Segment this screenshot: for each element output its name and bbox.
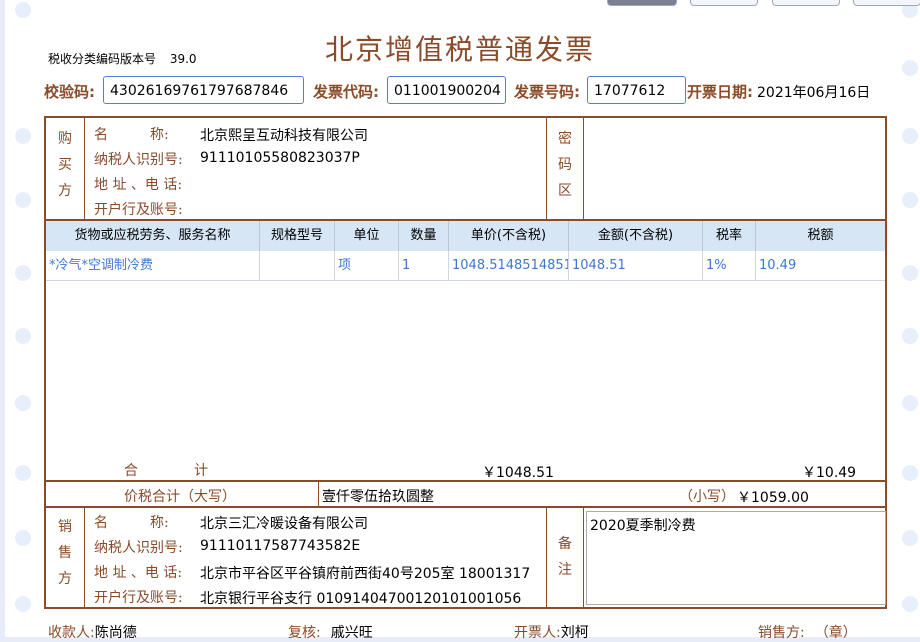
divider	[46, 480, 885, 482]
total-label: 合 计	[124, 463, 208, 479]
grand-total-words-label: 价税合计（大写）	[124, 489, 236, 505]
item-name-cell[interactable]: *冷气*空调制冷费	[46, 251, 260, 281]
grand-total-small-label: （小写）	[679, 489, 735, 505]
toolbar-button[interactable]	[772, 0, 840, 6]
seller-section-label: 销售方	[58, 519, 72, 587]
seller-tax-id-label: 纳税人识别号:	[94, 540, 183, 556]
seller-tax-id: 91110117587743582E	[200, 538, 361, 554]
header-quantity: 数量	[399, 221, 449, 251]
version-line: 税收分类编码版本号 39.0	[48, 50, 197, 67]
buyer-tax-id-label: 纳税人识别号:	[94, 152, 183, 168]
perforation-left	[15, 0, 35, 637]
invoice-code-field[interactable]: 011001900204	[387, 76, 506, 104]
toolbar-button-active[interactable]	[607, 0, 677, 6]
header-unit-price: 单价(不含税)	[449, 221, 569, 251]
invoice-code-label: 发票代码:	[313, 83, 379, 101]
date-label: 开票日期:	[687, 83, 753, 101]
header-item-name: 货物或应税劳务、服务名称	[46, 221, 260, 251]
check-code-label: 校验码:	[44, 83, 95, 101]
perforation-right	[902, 0, 920, 637]
header-unit: 单位	[335, 221, 399, 251]
divider	[46, 506, 885, 508]
seller-address: 北京市平谷区平谷镇府前西街40号205室 18001317	[200, 566, 531, 582]
header-tax-rate: 税率	[703, 221, 756, 251]
total-amount: ￥1048.51	[482, 465, 554, 481]
payee: 收款人:陈尚德	[48, 625, 137, 641]
seller-bank: 北京银行平谷支行 01091404700120101001056	[200, 591, 522, 607]
item-tax-cell[interactable]: 10.49	[756, 251, 885, 281]
item-tax-rate-cell[interactable]: 1%	[703, 251, 756, 281]
header-tax: 税额	[807, 228, 834, 243]
item-spec-cell[interactable]	[260, 251, 335, 281]
remark-text: 2020夏季制冷费	[590, 518, 696, 534]
grand-total-words: 壹仟零伍拾玖圆整	[322, 489, 434, 505]
seller-name-label: 名 称:	[94, 515, 169, 531]
item-unit-price-cell[interactable]: 1048.5148514851	[449, 251, 569, 281]
total-tax: ￥10.49	[802, 465, 857, 481]
buyer-address-label: 地 址 、电 话:	[94, 177, 183, 193]
buyer-bank-label: 开户行及账号:	[94, 202, 183, 218]
invoice-no-label: 发票号码:	[514, 83, 580, 101]
seller-seal: 销售方: （章）	[758, 625, 857, 641]
header-spec: 规格型号	[260, 221, 335, 251]
buyer-name: 北京熙呈互动科技有限公司	[200, 128, 368, 144]
issue-date: 2021年06月16日	[757, 85, 871, 101]
check-code-field[interactable]: 43026169761797687846	[103, 76, 304, 104]
item-unit-cell[interactable]: 项	[335, 251, 399, 281]
invoice-frame: 购买方 名 称: 北京熙呈互动科技有限公司 纳税人识别号: 9111010558…	[44, 116, 887, 609]
seller-address-label: 地 址 、电 话:	[94, 565, 183, 581]
issuer: 开票人:刘柯	[514, 625, 589, 641]
item-amount-cell[interactable]: 1048.51	[569, 251, 703, 281]
remark-box[interactable]: 2020夏季制冷费	[586, 511, 886, 605]
invoice-no-field[interactable]: 17077612	[587, 76, 686, 104]
items-header: 货物或应税劳务、服务名称 规格型号 单位 数量 单价(不含税) 金额(不含税) …	[46, 221, 885, 251]
version-label: 税收分类编码版本号	[48, 52, 157, 66]
toolbar-button[interactable]	[690, 0, 758, 6]
buyer-section-label: 购买方	[58, 131, 72, 199]
grand-total-amount: ￥1059.00	[737, 490, 809, 506]
cipher-section-label: 密码区	[558, 131, 572, 199]
header-amount: 金额(不含税)	[569, 221, 703, 251]
buyer-tax-id: 91110105580823037P	[200, 150, 360, 166]
toolbar-button[interactable]	[853, 0, 920, 6]
remark-section-label: 备注	[558, 536, 572, 578]
seller-bank-label: 开户行及账号:	[94, 590, 183, 606]
item-quantity-cell[interactable]: 1	[399, 251, 449, 281]
seller-name: 北京三汇冷暖设备有限公司	[200, 516, 368, 532]
version-value: 39.0	[169, 52, 197, 66]
reviewer: 复核: 戚兴旺	[288, 625, 373, 641]
buyer-name-label: 名 称:	[94, 127, 169, 143]
